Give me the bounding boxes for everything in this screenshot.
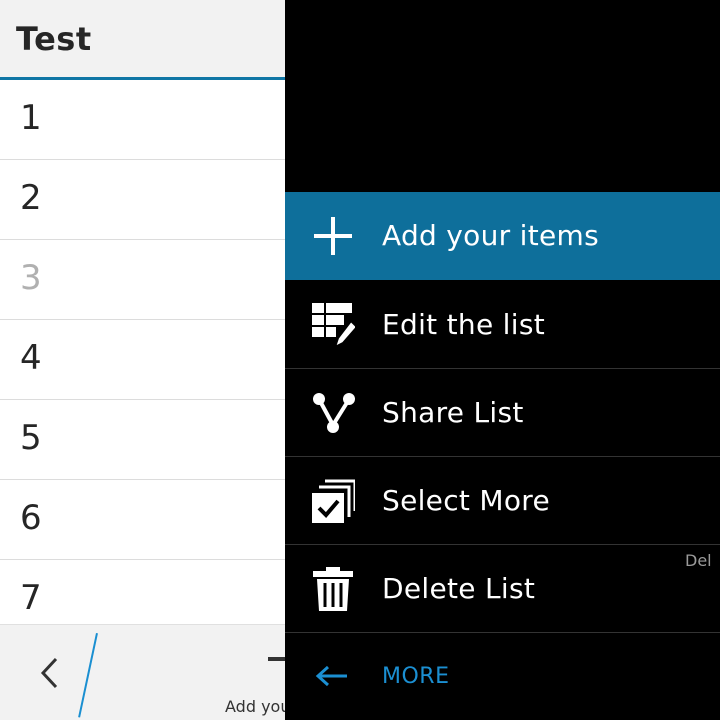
action-add-label[interactable]: Add you xyxy=(225,697,290,716)
menu-item-label: Add your items xyxy=(382,219,600,252)
menu-item-label: Select More xyxy=(382,484,550,517)
menu-item-add-items[interactable]: Add your items xyxy=(285,192,720,280)
menu-item-share-list[interactable]: Share List xyxy=(285,369,720,457)
trash-icon xyxy=(313,567,353,611)
arrow-left-icon xyxy=(315,665,347,687)
menu-item-label: Delete List xyxy=(382,572,536,605)
more-label: MORE xyxy=(382,664,450,689)
menu-item-select-more[interactable]: Select More xyxy=(285,457,720,545)
share-icon xyxy=(313,393,355,433)
menu-item-delete-list[interactable]: Delete List xyxy=(285,545,720,633)
action-bar-divider xyxy=(78,633,98,718)
select-more-icon xyxy=(312,479,355,523)
edit-list-icon xyxy=(312,303,355,349)
overflow-menu: Add your items Edit the list Share List xyxy=(285,0,720,720)
menu-item-edit-list[interactable]: Edit the list xyxy=(285,281,720,369)
plus-icon xyxy=(314,217,352,255)
menu-item-label: Edit the list xyxy=(382,308,545,341)
menu-item-label: Share List xyxy=(382,396,524,429)
back-icon[interactable] xyxy=(38,655,62,691)
page-title: Test xyxy=(16,20,92,58)
more-button[interactable]: MORE xyxy=(285,633,720,720)
